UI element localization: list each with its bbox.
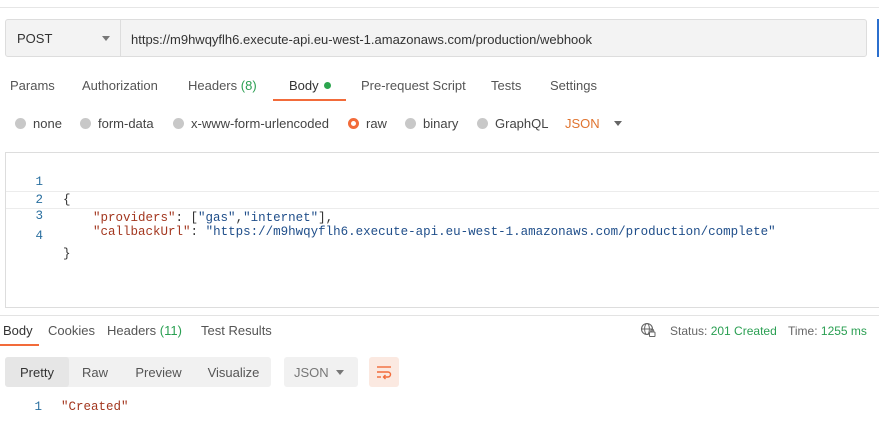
response-format-select[interactable]: JSON (284, 357, 358, 387)
url-input[interactable] (122, 20, 873, 58)
response-tab-test-results[interactable]: Test Results (201, 323, 272, 338)
wrap-lines-button[interactable] (369, 357, 399, 387)
raw-format-select[interactable]: JSON (565, 116, 622, 131)
view-pretty-button[interactable]: Pretty (5, 357, 69, 387)
response-tab-headers[interactable]: Headers (11) (107, 323, 182, 338)
radio-circle-icon (15, 118, 26, 129)
radio-raw[interactable]: raw (348, 116, 387, 131)
chevron-down-icon (102, 36, 110, 41)
code-line: 4 } (6, 209, 879, 261)
method-label: POST (17, 30, 53, 46)
radio-binary[interactable]: binary (405, 116, 458, 131)
response-body-text: "Created" (61, 400, 129, 414)
wrap-lines-icon (377, 366, 392, 380)
panel-divider (0, 315, 879, 316)
radio-form-data[interactable]: form-data (80, 116, 154, 131)
status-value[interactable]: 201 Created (711, 324, 777, 338)
active-response-tab-underline (0, 344, 39, 346)
tab-pre-request-script[interactable]: Pre-request Script (361, 78, 466, 93)
response-headers-count: (11) (159, 323, 182, 338)
request-url-bar: POST (5, 19, 873, 58)
radio-circle-icon (80, 118, 91, 129)
view-visualize-button[interactable]: Visualize (196, 357, 271, 387)
response-status: Status: 201 Created (670, 324, 777, 338)
top-divider (0, 0, 879, 8)
method-select[interactable]: POST (6, 20, 121, 56)
code-line-current: 3 "callbackUrl": "https://m9hwqyflh6.exe… (6, 191, 879, 239)
radio-circle-icon (173, 118, 184, 129)
body-indicator-dot (323, 82, 331, 89)
line-number: 4 (35, 229, 43, 243)
view-preview-button[interactable]: Preview (121, 357, 196, 387)
chevron-down-icon (613, 121, 622, 126)
response-time: Time: 1255 ms (788, 324, 867, 338)
response-body: 1 "Created" (0, 398, 879, 416)
response-tab-cookies[interactable]: Cookies (48, 323, 95, 338)
code-line: 2 "providers": ["gas","internet"], (6, 173, 879, 225)
radio-graphql[interactable]: GraphQL (477, 116, 548, 131)
time-value[interactable]: 1255 ms (821, 324, 867, 338)
body-editor[interactable]: 1 { 2 "providers": ["gas","internet"], 3… (5, 152, 879, 308)
body-type-options: none form-data x-www-form-urlencoded raw… (0, 113, 879, 133)
active-tab-underline (273, 99, 346, 101)
tab-headers[interactable]: Headers (8) (188, 78, 257, 93)
response-tab-body[interactable]: Body (3, 323, 33, 338)
tab-authorization[interactable]: Authorization (82, 78, 158, 93)
response-tabs: Body Cookies Headers (11) Test Results S… (0, 322, 879, 347)
headers-count: (8) (240, 78, 257, 93)
request-tabs: Params Authorization Headers (8) Body Pr… (0, 74, 879, 102)
globe-lock-icon[interactable] (640, 322, 656, 338)
view-raw-button[interactable]: Raw (69, 357, 121, 387)
chevron-down-icon (336, 370, 344, 375)
radio-circle-icon (405, 118, 416, 129)
radio-x-www-form-urlencoded[interactable]: x-www-form-urlencoded (173, 116, 329, 131)
code-line: 1 { (6, 155, 879, 207)
radio-none[interactable]: none (15, 116, 62, 131)
line-number: 1 (34, 400, 42, 414)
tab-body[interactable]: Body (289, 78, 331, 93)
tab-params[interactable]: Params (10, 78, 55, 93)
tab-settings[interactable]: Settings (550, 78, 597, 93)
tab-tests[interactable]: Tests (491, 78, 521, 93)
radio-selected-icon (348, 118, 359, 129)
view-mode-segmented-control: Pretty Raw Preview Visualize (5, 357, 271, 387)
radio-circle-icon (477, 118, 488, 129)
